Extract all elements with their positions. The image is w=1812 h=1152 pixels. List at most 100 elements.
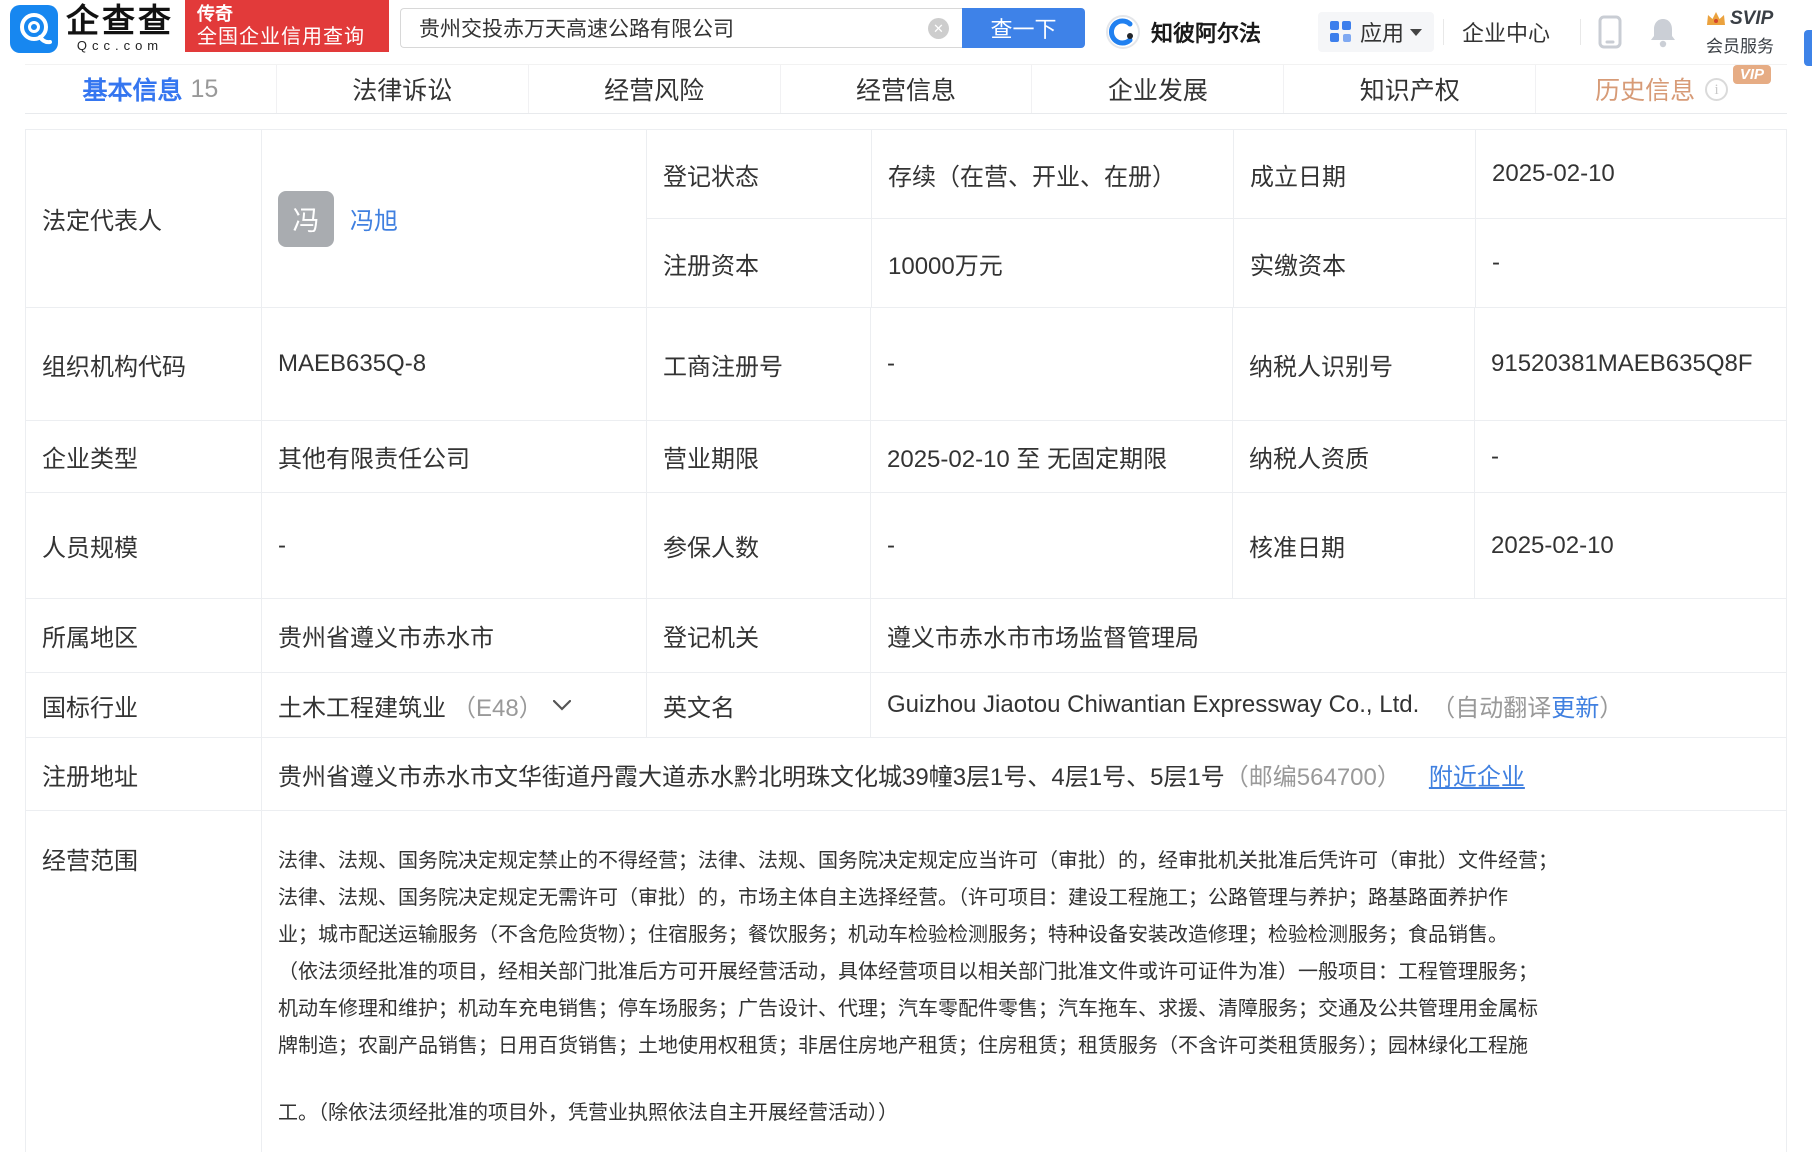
- top-header: 企查查 Qcc.com 传奇 全国企业信用查询 ✕ 查一下 知彼阿尔法: [0, 0, 1812, 64]
- scope-line: 工。（除依法须经批准的项目外，凭营业执照依法自主开展经营活动））: [278, 1095, 1558, 1132]
- region-value: 贵州省遵义市赤水市: [261, 599, 646, 672]
- legal-rep-label: 法定代表人: [26, 130, 261, 307]
- industry-code: （E48）: [452, 688, 543, 723]
- address-cell: 贵州省遵义市赤水市文华街道丹霞大道赤水黔北明珠文化城39幢3层1号、4层1号、5…: [261, 738, 1786, 810]
- insured-count-value: -: [870, 493, 1232, 598]
- est-date-value: 2025-02-10: [1475, 130, 1786, 218]
- org-code-value: MAEB635Q-8: [261, 308, 646, 420]
- credit-query-badge: 传奇 全国企业信用查询: [185, 0, 389, 52]
- header-divider: [1443, 19, 1444, 45]
- svip-sublabel: 会员服务: [1706, 32, 1774, 57]
- search-input[interactable]: [400, 8, 962, 48]
- org-code-label: 组织机构代码: [26, 308, 261, 420]
- taxpayer-quality-label: 纳税人资质: [1232, 421, 1474, 492]
- mobile-app-icon[interactable]: [1598, 0, 1622, 64]
- staff-size-value: -: [261, 493, 646, 598]
- nearby-companies-link[interactable]: 附近企业: [1429, 757, 1525, 792]
- svip-label: SVIP: [1730, 8, 1773, 30]
- tab-basic-info[interactable]: 基本信息 15: [25, 65, 276, 113]
- search-button[interactable]: 查一下: [962, 8, 1085, 48]
- tab-label: 历史信息: [1595, 71, 1695, 107]
- est-date-label: 成立日期: [1233, 130, 1475, 218]
- info-icon[interactable]: i: [1705, 78, 1728, 101]
- taxpayer-id-label: 纳税人识别号: [1232, 308, 1474, 420]
- auto-translate-note-suffix: ）: [1599, 688, 1623, 723]
- staff-size-label: 人员规模: [26, 493, 261, 598]
- approval-date-label: 核准日期: [1232, 493, 1474, 598]
- paid-capital-label: 实缴资本: [1233, 219, 1475, 307]
- tab-history-info[interactable]: 历史信息 i VIP: [1535, 65, 1787, 113]
- table-row: 所属地区 贵州省遵义市赤水市 登记机关 遵义市赤水市市场监督管理局: [26, 598, 1786, 672]
- zhibi-alpha-icon: [1105, 14, 1141, 50]
- table-row: 人员规模 - 参保人数 - 核准日期 2025-02-10: [26, 492, 1786, 598]
- reg-status-value: 存续（在营、开业、在册）: [871, 130, 1233, 218]
- apps-label: 应用: [1360, 16, 1404, 48]
- scope-line: 法律、法规、国务院决定规定无需许可（审批）的，市场主体自主选择经营。（许可项目：…: [278, 880, 1558, 917]
- taxpayer-quality-value: -: [1474, 421, 1786, 492]
- legal-rep-cell: 冯 冯旭: [261, 130, 646, 307]
- badge-line1: 传奇: [197, 3, 377, 25]
- business-scope-cell: 法律、法规、国务院决定规定禁止的不得经营；法律、法规、国务院决定规定应当许可（审…: [261, 811, 1786, 1152]
- search-bar: ✕ 查一下: [400, 8, 1085, 48]
- qcc-logo-icon: [10, 5, 58, 53]
- avatar: 冯: [278, 191, 334, 247]
- tab-label: 企业发展: [1108, 71, 1208, 107]
- biz-term-value: 2025-02-10 至 无固定期限: [870, 421, 1232, 492]
- english-name-value: Guizhou Jiaotou Chiwantian Expressway Co…: [887, 691, 1419, 719]
- table-row: 国标行业 土木工程建筑业 （E48） 英文名 Guizhou Jiaotou C…: [26, 672, 1786, 737]
- paid-capital-value: -: [1475, 219, 1786, 307]
- clear-search-icon[interactable]: ✕: [928, 18, 949, 39]
- apps-menu[interactable]: 应用: [1318, 12, 1434, 52]
- notification-bell-icon[interactable]: [1648, 0, 1678, 64]
- industry-label: 国标行业: [26, 673, 261, 737]
- industry-value: 土木工程建筑业: [278, 688, 446, 723]
- tab-count-badge: 15: [191, 75, 219, 104]
- biz-reg-no-value: -: [870, 308, 1232, 420]
- english-name-label: 英文名: [646, 673, 870, 737]
- table-row: 注册地址 贵州省遵义市赤水市文华街道丹霞大道赤水黔北明珠文化城39幢3层1号、4…: [26, 737, 1786, 810]
- reg-status-label: 登记状态: [647, 130, 871, 218]
- side-float-widget[interactable]: [1804, 30, 1812, 66]
- vip-badge: VIP: [1733, 65, 1771, 84]
- brand-name-en: Qcc.com: [66, 38, 174, 53]
- reg-capital-value: 10000万元: [871, 219, 1233, 307]
- company-type-value: 其他有限责任公司: [261, 421, 646, 492]
- table-row: 经营范围 法律、法规、国务院决定规定禁止的不得经营；法律、法规、国务院决定规定应…: [26, 810, 1786, 1152]
- zhibi-alpha-label: 知彼阿尔法: [1151, 16, 1261, 48]
- brand-name-cn: 企查查: [66, 4, 174, 38]
- tab-label: 经营信息: [856, 71, 956, 107]
- reg-authority-value: 遵义市赤水市市场监督管理局: [870, 599, 1786, 672]
- legal-rep-name-link[interactable]: 冯旭: [350, 201, 398, 236]
- tab-company-development[interactable]: 企业发展: [1031, 65, 1283, 113]
- business-scope-text: 法律、法规、国务院决定规定禁止的不得经营；法律、法规、国务院决定规定应当许可（审…: [278, 841, 1558, 1132]
- insured-count-label: 参保人数: [646, 493, 870, 598]
- business-scope-label: 经营范围: [26, 811, 261, 1152]
- tab-operation-risk[interactable]: 经营风险: [528, 65, 780, 113]
- update-translation-link[interactable]: 更新: [1551, 688, 1599, 723]
- svip-member-service[interactable]: SVIP 会员服务: [1706, 8, 1774, 72]
- industry-cell: 土木工程建筑业 （E48）: [261, 673, 646, 737]
- qcc-logo[interactable]: 企查查 Qcc.com: [10, 4, 174, 53]
- tab-label: 经营风险: [604, 71, 704, 107]
- scope-line: 机动车修理和维护；机动车充电销售；停车场服务；广告设计、代理；汽车零配件零售；汽…: [278, 991, 1558, 1028]
- zhibi-alpha-link[interactable]: 知彼阿尔法: [1105, 0, 1261, 64]
- brand-text: 企查查 Qcc.com: [66, 4, 174, 53]
- apps-grid-icon: [1330, 21, 1352, 43]
- auto-translate-note: （自动翻译: [1431, 688, 1551, 723]
- tab-legal-litigation[interactable]: 法律诉讼: [276, 65, 528, 113]
- tab-intellectual-property[interactable]: 知识产权: [1283, 65, 1535, 113]
- tab-label: 知识产权: [1360, 71, 1460, 107]
- reg-capital-label: 注册资本: [647, 219, 871, 307]
- tab-label: 基本信息: [83, 71, 183, 107]
- scope-line: 牌制造；农副产品销售；日用百货销售；土地使用权租赁；非居住房地产租赁；住房租赁；…: [278, 1028, 1558, 1065]
- crown-icon: [1706, 11, 1726, 27]
- taxpayer-id-value: 91520381MAEB635Q8F: [1474, 308, 1786, 420]
- enterprise-center-link[interactable]: 企业中心: [1462, 0, 1550, 64]
- biz-reg-no-label: 工商注册号: [646, 308, 870, 420]
- company-type-label: 企业类型: [26, 421, 261, 492]
- tab-operation-info[interactable]: 经营信息: [780, 65, 1032, 113]
- chevron-down-icon[interactable]: [553, 700, 571, 711]
- scope-line: 业；城市配送运输服务（不含危险货物）；住宿服务；餐饮服务；机动车检验检测服务；特…: [278, 917, 1558, 954]
- scope-line: 法律、法规、国务院决定规定禁止的不得经营；法律、法规、国务院决定规定应当许可（审…: [278, 843, 1558, 880]
- biz-term-label: 营业期限: [646, 421, 870, 492]
